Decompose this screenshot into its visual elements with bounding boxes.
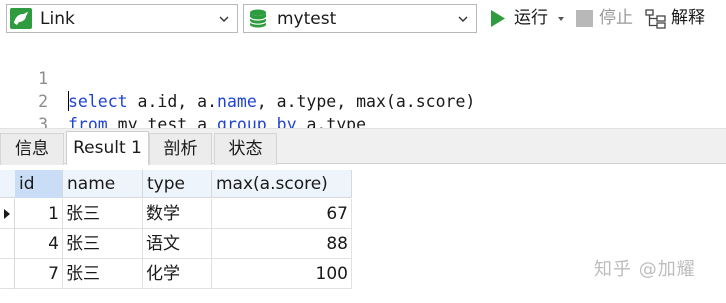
cell-id[interactable]: 4 [15, 229, 63, 259]
result-tabs: 信息 Result 1 剖析 状态 [0, 128, 726, 165]
cell-name[interactable]: 张三 [63, 229, 143, 259]
text-cursor [68, 91, 69, 111]
explain-icon [645, 9, 666, 29]
row-gutter[interactable] [0, 229, 15, 259]
cell-type[interactable]: 数学 [143, 199, 212, 229]
column-header-name[interactable]: name [63, 170, 143, 198]
row-gutter[interactable] [0, 259, 15, 289]
tab-result-1[interactable]: Result 1 [66, 131, 149, 165]
run-button[interactable]: 运行 [488, 7, 568, 31]
column-header-id[interactable]: id [15, 170, 63, 198]
watermark: 知乎 @加耀 [594, 259, 696, 280]
cell-name[interactable]: 张三 [63, 259, 143, 289]
cell-name[interactable]: 张三 [63, 199, 143, 229]
connection-select[interactable]: Link [6, 4, 238, 33]
database-value: mytest [277, 9, 337, 29]
current-row-icon [4, 209, 10, 219]
chevron-down-icon[interactable] [458, 15, 468, 23]
row-gutter[interactable] [0, 199, 15, 229]
play-icon [491, 10, 505, 27]
cell-id[interactable]: 1 [15, 199, 63, 229]
table-row[interactable]: 1 张三 数学 67 [0, 199, 352, 229]
connection-icon [10, 8, 32, 29]
cell-type[interactable]: 语文 [143, 229, 212, 259]
result-grid[interactable]: id name type max(a.score) 1 张三 数学 67 4 张… [0, 166, 726, 303]
cell-max-score[interactable]: 67 [212, 199, 352, 229]
cell-max-score[interactable]: 88 [212, 229, 352, 259]
tab-status[interactable]: 状态 [214, 133, 277, 165]
tab-profile[interactable]: 剖析 [149, 133, 212, 165]
column-header-type[interactable]: type [143, 170, 212, 198]
code-line: 3 [0, 90, 726, 134]
database-icon [247, 8, 269, 29]
database-select[interactable]: mytest [243, 4, 477, 33]
code-line: 1 select a.id, a.name, a.type, max(a.sco… [0, 44, 726, 111]
toolbar: Link mytest 运行 停止 解释 [0, 0, 726, 38]
grid-header: id name type max(a.score) [0, 170, 352, 198]
cell-type[interactable]: 化学 [143, 259, 212, 289]
cell-id[interactable]: 7 [15, 259, 63, 289]
tab-info[interactable]: 信息 [0, 133, 64, 165]
caret-down-icon[interactable] [558, 17, 564, 21]
code-line: 2 from my_test a group by a.type [0, 67, 726, 134]
stop-label: 停止 [599, 8, 633, 28]
column-header-max-score[interactable]: max(a.score) [212, 170, 352, 198]
table-row[interactable]: 4 张三 语文 88 [0, 229, 352, 259]
sql-editor[interactable]: 1 select a.id, a.name, a.type, max(a.sco… [0, 40, 726, 134]
connection-value: Link [40, 9, 75, 29]
explain-label: 解释 [671, 8, 705, 28]
chevron-down-icon[interactable] [219, 15, 229, 23]
stop-button[interactable]: 停止 [574, 7, 638, 31]
table-row[interactable]: 7 张三 化学 100 [0, 259, 352, 289]
stop-icon [576, 10, 593, 27]
run-label: 运行 [514, 8, 548, 28]
explain-button[interactable]: 解释 [645, 7, 723, 31]
cell-max-score[interactable]: 100 [212, 259, 352, 289]
